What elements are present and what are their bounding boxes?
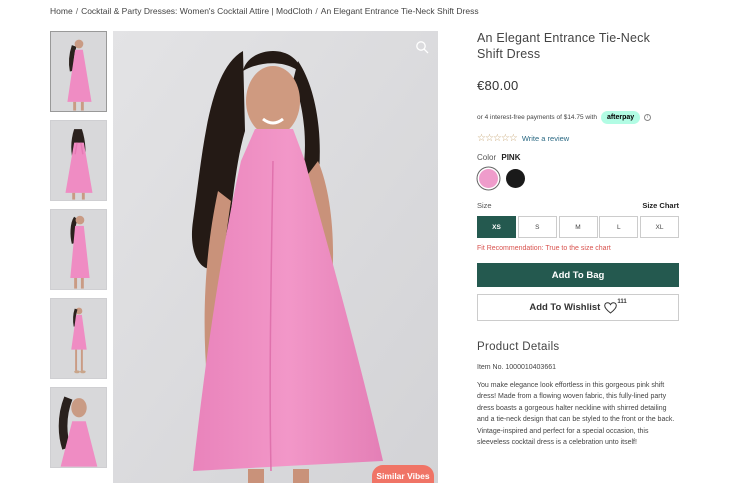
- search-icon[interactable]: [415, 40, 429, 54]
- thumbnail-closeup[interactable]: [50, 387, 107, 468]
- thumbnail-front[interactable]: [50, 31, 107, 112]
- thumbnail-side[interactable]: [50, 209, 107, 290]
- model-front-image: [51, 32, 106, 111]
- star-rating-icon: ☆☆☆☆☆: [477, 133, 518, 144]
- product-info-panel: An Elegant Entrance Tie-Neck Shift Dress…: [477, 30, 679, 448]
- write-review-link[interactable]: Write a review: [522, 134, 569, 143]
- model-closeup-image: [51, 388, 106, 467]
- size-l-button[interactable]: L: [599, 216, 639, 238]
- swatch-black[interactable]: [506, 169, 525, 188]
- breadcrumb-home[interactable]: Home: [50, 6, 73, 16]
- afterpay-text: or 4 interest-free payments of $14.75 wi…: [477, 114, 597, 121]
- model-photo: [113, 31, 438, 483]
- size-chart-link[interactable]: Size Chart: [642, 201, 679, 210]
- color-label: Color: [477, 153, 497, 162]
- product-title: An Elegant Entrance Tie-Neck Shift Dress: [477, 31, 651, 61]
- color-swatches: [477, 169, 679, 188]
- model-full-image: [51, 299, 106, 378]
- thumbnail-list: [50, 31, 107, 476]
- thumbnail-full[interactable]: [50, 298, 107, 379]
- size-s-button[interactable]: S: [517, 216, 557, 238]
- item-number: Item No. 1000010403661: [477, 364, 557, 371]
- product-price: €80.00: [477, 78, 519, 93]
- model-back-image: [51, 121, 106, 200]
- breadcrumb-current: An Elegant Entrance Tie-Neck Shift Dress: [320, 6, 479, 16]
- review-row: ☆☆☆☆☆ Write a review: [477, 133, 679, 144]
- info-icon[interactable]: i: [644, 114, 652, 121]
- size-xl-button[interactable]: XL: [640, 216, 679, 238]
- add-to-wishlist-button[interactable]: Add To Wishlist 111: [477, 294, 679, 321]
- color-label-row: Color PINK: [477, 153, 679, 162]
- size-header: Size Size Chart: [477, 201, 679, 210]
- main-product-image[interactable]: Similar Vibes: [113, 31, 438, 483]
- thumbnail-back[interactable]: [50, 120, 107, 201]
- size-xs-button[interactable]: XS: [477, 216, 516, 238]
- size-m-button[interactable]: M: [558, 216, 598, 238]
- add-to-bag-button[interactable]: Add To Bag: [477, 263, 679, 287]
- breadcrumb-separator: /: [315, 6, 318, 16]
- size-options: XS S M L XL: [477, 216, 679, 238]
- breadcrumb: Home / Cocktail & Party Dresses: Women's C…: [50, 6, 479, 16]
- heart-icon: [604, 301, 618, 314]
- swatch-pink[interactable]: [479, 169, 498, 188]
- wishlist-count: 111: [617, 298, 627, 305]
- breadcrumb-category[interactable]: Cocktail & Party Dresses: Women's Cockta…: [81, 6, 312, 16]
- breadcrumb-separator: /: [75, 6, 79, 16]
- color-value: PINK: [501, 153, 521, 162]
- model-side-image: [51, 210, 106, 289]
- similar-vibes-button[interactable]: Similar Vibes: [372, 465, 434, 483]
- fit-recommendation: Fit Recommendation: True to the size cha…: [477, 245, 611, 252]
- afterpay-badge[interactable]: afterpay: [600, 111, 641, 124]
- afterpay-row: or 4 interest-free payments of $14.75 wi…: [477, 111, 679, 124]
- wishlist-label: Add To Wishlist: [529, 302, 601, 313]
- size-label: Size: [477, 201, 492, 210]
- product-details-heading: Product Details: [477, 341, 560, 353]
- product-description: You make elegance look effortless in thi…: [477, 382, 675, 447]
